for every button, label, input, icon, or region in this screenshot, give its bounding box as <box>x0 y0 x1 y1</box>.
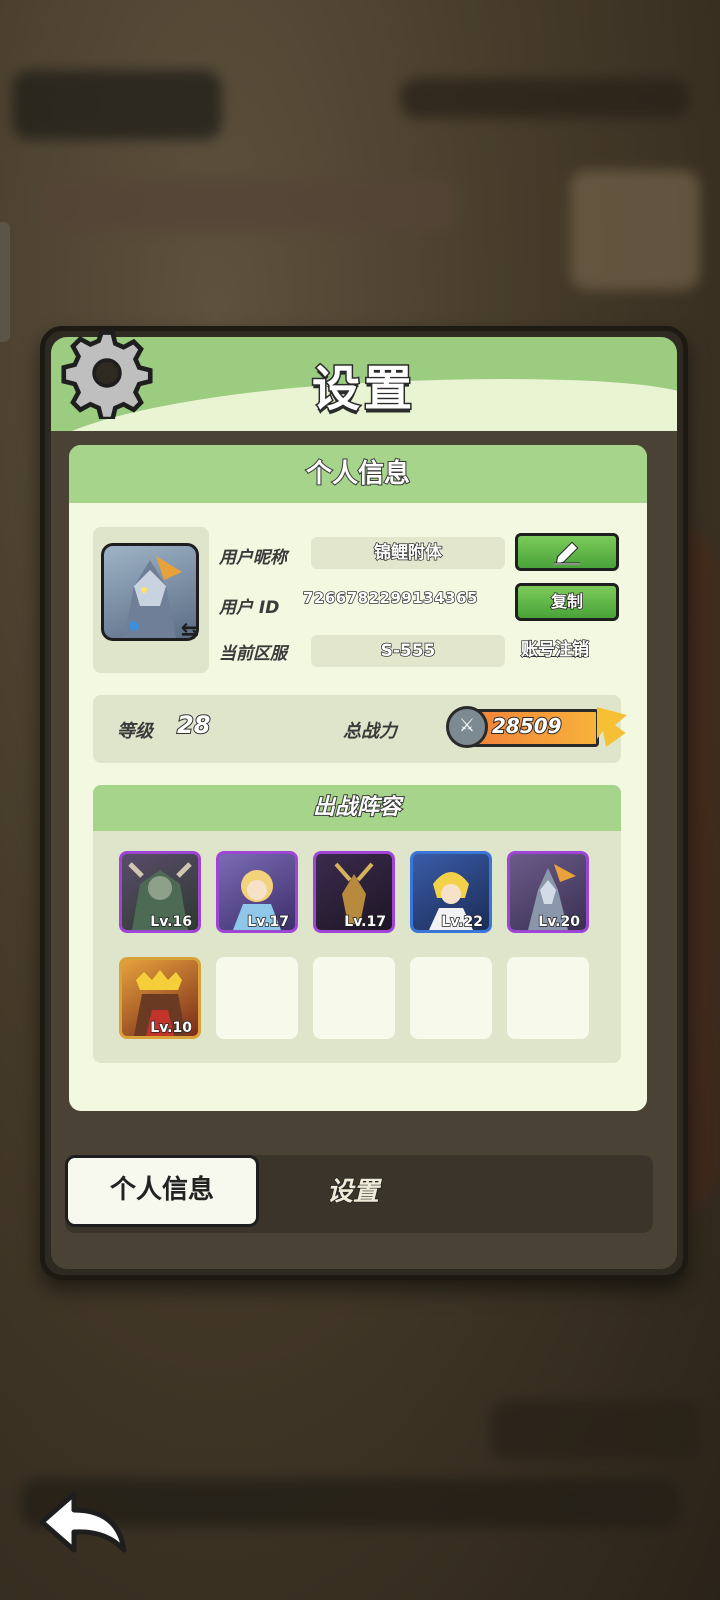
tab-settings[interactable]: 设置 <box>326 1171 380 1208</box>
hero-slot[interactable]: Lv.22 <box>410 851 492 933</box>
lineup-panel: 出战阵容 Lv.16 Lv.17 Lv.17 Lv.22 Lv.20 Lv.10 <box>93 785 621 1063</box>
power-badge: ⚔ 28509 <box>446 706 599 748</box>
card-title: 个人信息 <box>69 445 647 503</box>
pencil-icon <box>554 541 580 566</box>
server-label: 当前区服 <box>219 644 287 664</box>
hero-level: Lv.16 <box>150 913 193 930</box>
dialog-tab-bar: 个人信息 设置 <box>65 1155 653 1233</box>
hero-slot[interactable]: Lv.20 <box>507 851 589 933</box>
empty-hero-slot[interactable] <box>410 957 492 1039</box>
hero-level: Lv.22 <box>441 913 484 930</box>
hero-level: Lv.10 <box>150 1019 193 1036</box>
personal-info-card: 个人信息 ⇆ 用户昵称 锦鲤附体 用户 ID 7266782299134365 … <box>69 445 647 1111</box>
cancel-account-link[interactable]: 账号注销 <box>520 635 590 661</box>
level-value: 28 <box>176 710 211 740</box>
empty-hero-slot[interactable] <box>313 957 395 1039</box>
avatar-panel: ⇆ <box>93 527 209 673</box>
back-arrow-icon[interactable] <box>36 1488 132 1558</box>
flame-decoration <box>597 707 627 747</box>
hero-slot[interactable]: Lv.16 <box>119 851 201 933</box>
hero-level: Lv.17 <box>247 913 290 930</box>
copy-id-button[interactable]: 复制 <box>515 583 619 621</box>
stats-bar: 等级 28 总战力 ⚔ 28509 <box>93 695 627 763</box>
level-label: 等级 <box>117 721 153 742</box>
nickname-value: 锦鲤附体 <box>311 537 505 569</box>
user-id-label: 用户 ID <box>219 598 280 618</box>
hero-slot[interactable]: Lv.17 <box>313 851 395 933</box>
settings-dialog: 设置 个人信息 ⇆ 用户昵称 锦鲤附体 用户 ID 72667822991343… <box>40 326 688 1280</box>
power-value: 28509 <box>491 713 563 739</box>
hero-level: Lv.20 <box>538 913 581 930</box>
tab-personal-info[interactable]: 个人信息 <box>65 1155 259 1227</box>
lineup-title: 出战阵容 <box>93 785 621 831</box>
swap-arrows-icon[interactable]: ⇆ <box>177 619 203 645</box>
empty-hero-slot[interactable] <box>216 957 298 1039</box>
crossed-swords-icon: ⚔ <box>446 706 488 748</box>
hero-slot[interactable]: Lv.17 <box>216 851 298 933</box>
hero-level: Lv.17 <box>344 913 387 930</box>
empty-hero-slot[interactable] <box>507 957 589 1039</box>
edit-nickname-button[interactable] <box>515 533 619 571</box>
gear-icon <box>61 330 153 419</box>
nickname-label: 用户昵称 <box>219 548 287 568</box>
power-label: 总战力 <box>343 721 397 742</box>
hero-slot[interactable]: Lv.10 <box>119 957 201 1039</box>
user-id-value: 7266782299134365 <box>302 588 478 608</box>
server-value: S-555 <box>311 635 505 667</box>
side-handle[interactable] <box>0 222 10 342</box>
